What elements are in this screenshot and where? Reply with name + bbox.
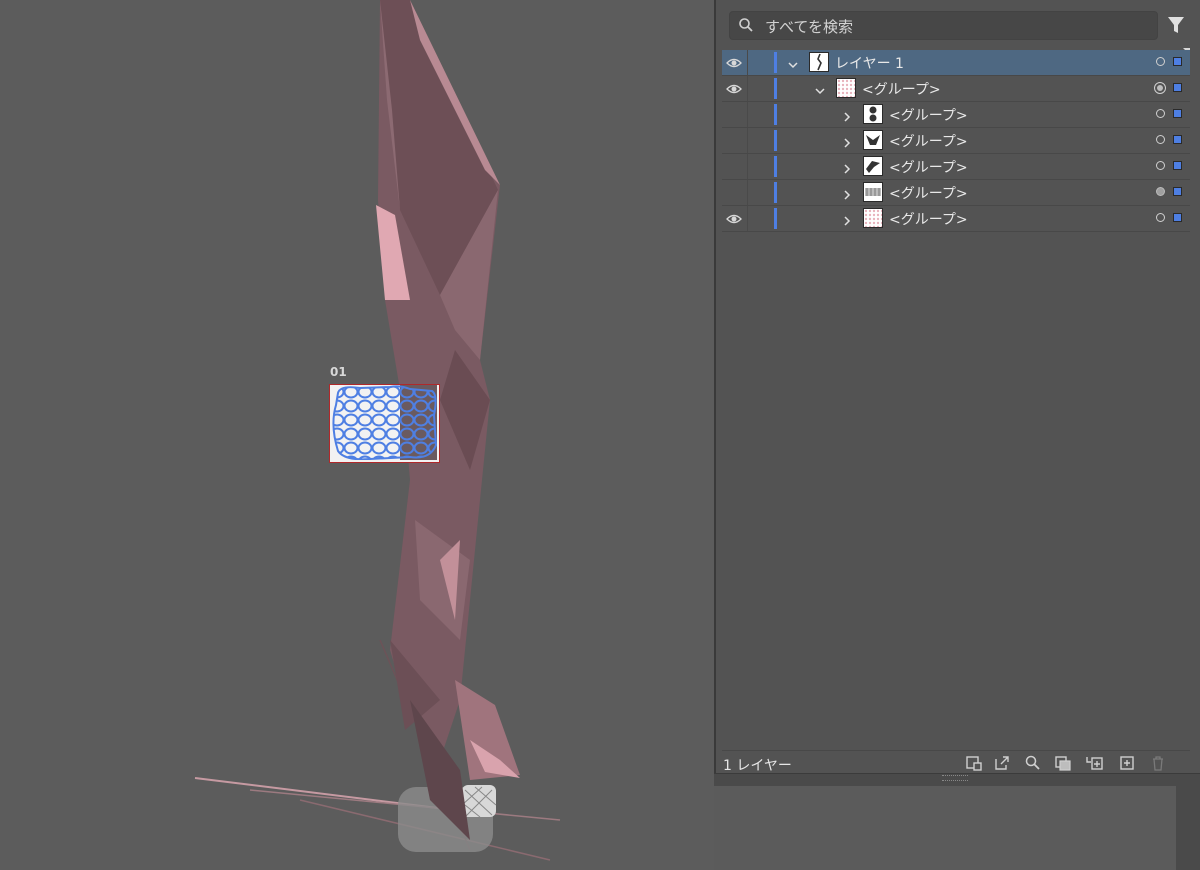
visibility-toggle[interactable] bbox=[726, 159, 742, 173]
layer-color-bar bbox=[774, 130, 777, 151]
layer-row[interactable]: レイヤー 1 bbox=[722, 50, 1190, 76]
delete-icon[interactable] bbox=[1149, 755, 1167, 771]
layers-panel-footer: 1 レイヤー bbox=[722, 750, 1190, 775]
eye-icon bbox=[726, 58, 742, 68]
group-row[interactable]: <グループ> bbox=[722, 128, 1190, 154]
layer-color-bar bbox=[774, 208, 777, 229]
group-row[interactable]: <グループ> bbox=[722, 76, 1190, 102]
layer-name[interactable]: <グループ> bbox=[862, 79, 941, 99]
layer-count-label: 1 レイヤー bbox=[723, 758, 792, 774]
chevron-down-icon[interactable] bbox=[814, 82, 826, 95]
selection-indicator[interactable] bbox=[1173, 187, 1182, 196]
layer-list: レイヤー 1 <グループ> <グループ> <グループ> <グループ> <グループ> <グルー… bbox=[722, 50, 1190, 232]
layer-name[interactable]: <グループ> bbox=[889, 131, 968, 151]
layer-color-bar bbox=[774, 78, 777, 99]
lock-column[interactable] bbox=[747, 128, 748, 153]
target-icon[interactable] bbox=[1156, 135, 1165, 144]
selection-indicator[interactable] bbox=[1173, 161, 1182, 170]
lock-column[interactable] bbox=[747, 76, 748, 101]
layer-color-bar bbox=[774, 52, 777, 73]
visibility-toggle[interactable] bbox=[726, 107, 742, 121]
target-icon[interactable] bbox=[1154, 82, 1166, 94]
target-icon[interactable] bbox=[1156, 57, 1165, 66]
make-clipping-mask-icon[interactable] bbox=[1054, 755, 1072, 771]
visibility-toggle[interactable] bbox=[726, 185, 742, 199]
selection-indicator[interactable] bbox=[1173, 213, 1182, 222]
target-icon[interactable] bbox=[1156, 213, 1165, 222]
layer-name[interactable]: レイヤー 1 bbox=[835, 53, 904, 73]
selection-indicator[interactable] bbox=[1173, 83, 1182, 92]
search-placeholder: すべてを検索 bbox=[765, 18, 854, 36]
layer-thumbnail bbox=[809, 52, 829, 72]
locate-object-icon[interactable] bbox=[1024, 755, 1042, 771]
group-row[interactable]: <グループ> bbox=[722, 154, 1190, 180]
selected-pattern-tile[interactable] bbox=[329, 384, 440, 463]
eye-icon bbox=[726, 84, 742, 94]
search-icon bbox=[739, 18, 753, 32]
lock-column[interactable] bbox=[747, 206, 748, 231]
group-row[interactable]: <グループ> bbox=[722, 206, 1190, 232]
chevron-down-icon[interactable] bbox=[787, 56, 799, 69]
layer-search-field[interactable]: すべてを検索 bbox=[729, 11, 1158, 40]
layer-name[interactable]: <グループ> bbox=[889, 157, 968, 177]
chevron-right-icon[interactable] bbox=[841, 160, 853, 174]
collect-for-export-icon[interactable] bbox=[965, 755, 983, 771]
layer-thumbnail bbox=[863, 182, 883, 202]
layer-thumbnail bbox=[836, 78, 856, 98]
layer-name[interactable]: <グループ> bbox=[889, 183, 968, 203]
visibility-toggle[interactable] bbox=[726, 133, 742, 147]
create-sublayer-icon[interactable] bbox=[1085, 755, 1103, 771]
canvas-area[interactable]: 01 bbox=[0, 0, 714, 870]
lock-column[interactable] bbox=[747, 180, 748, 205]
visibility-toggle[interactable] bbox=[726, 211, 742, 225]
visibility-toggle[interactable] bbox=[726, 55, 742, 69]
layer-thumbnail bbox=[863, 130, 883, 150]
chevron-right-icon[interactable] bbox=[841, 108, 853, 122]
layer-color-bar bbox=[774, 156, 777, 177]
chevron-right-icon[interactable] bbox=[841, 134, 853, 148]
layer-thumbnail bbox=[863, 156, 883, 176]
panel-grip-handle[interactable] bbox=[942, 775, 968, 781]
lock-column[interactable] bbox=[747, 102, 748, 127]
new-layer-icon[interactable] bbox=[1118, 755, 1136, 771]
selection-indicator[interactable] bbox=[1173, 135, 1182, 144]
visibility-toggle[interactable] bbox=[726, 81, 742, 95]
eye-icon bbox=[726, 214, 742, 224]
layer-thumbnail bbox=[863, 104, 883, 124]
artboard-label: 01 bbox=[330, 365, 347, 379]
selection-indicator[interactable] bbox=[1173, 109, 1182, 118]
layer-color-bar bbox=[774, 104, 777, 125]
group-row[interactable]: <グループ> bbox=[722, 102, 1190, 128]
scrollbar-track[interactable] bbox=[1176, 785, 1200, 870]
group-row[interactable]: <グループ> bbox=[722, 180, 1190, 206]
chevron-right-icon[interactable] bbox=[841, 186, 853, 200]
export-icon[interactable] bbox=[993, 755, 1011, 771]
target-icon[interactable] bbox=[1156, 161, 1165, 170]
layer-name[interactable]: <グループ> bbox=[889, 105, 968, 125]
target-icon[interactable] bbox=[1156, 187, 1165, 196]
layer-color-bar bbox=[774, 182, 777, 203]
target-icon[interactable] bbox=[1156, 109, 1165, 118]
lock-column[interactable] bbox=[747, 50, 748, 75]
selection-indicator[interactable] bbox=[1173, 57, 1182, 66]
lock-column[interactable] bbox=[747, 154, 748, 179]
layer-thumbnail bbox=[863, 208, 883, 228]
layer-name[interactable]: <グループ> bbox=[889, 209, 968, 229]
chevron-right-icon[interactable] bbox=[841, 212, 853, 226]
filter-icon[interactable] bbox=[1166, 15, 1186, 35]
